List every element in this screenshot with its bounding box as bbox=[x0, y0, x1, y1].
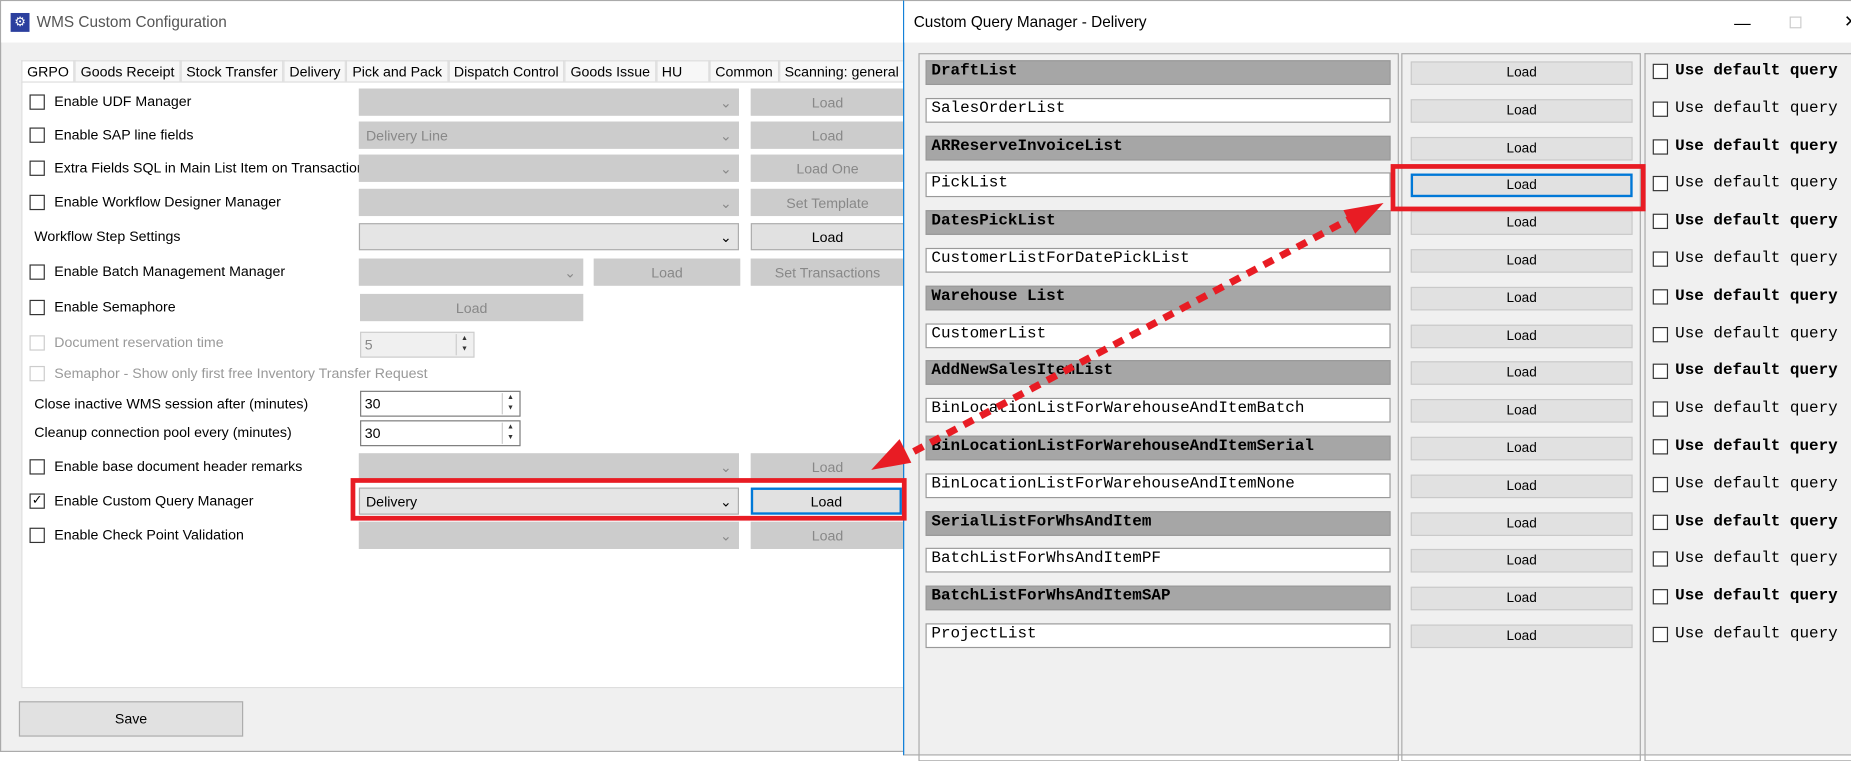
annotation-arrow bbox=[871, 203, 1384, 470]
arrowhead-right-icon bbox=[1343, 203, 1384, 234]
dashed-arrow-line bbox=[895, 211, 1360, 464]
arrowhead-left-icon bbox=[871, 439, 912, 470]
